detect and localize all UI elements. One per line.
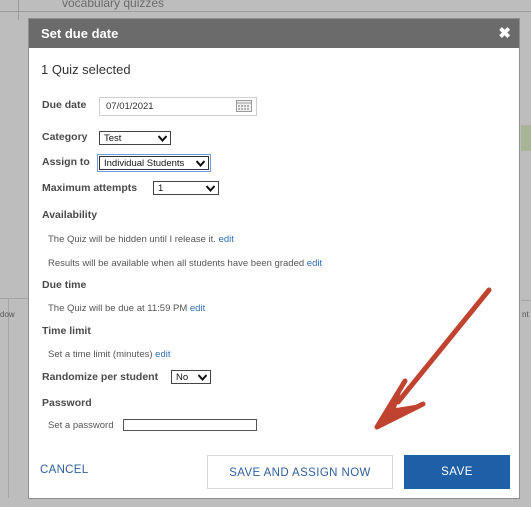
due-time-edit-link[interactable]: edit bbox=[190, 303, 205, 314]
availability-label: Availability bbox=[42, 209, 98, 221]
set-due-date-dialog: Set due date ✖ 1 Quiz selected Due date … bbox=[29, 19, 519, 498]
dialog-title: Set due date bbox=[41, 26, 119, 41]
save-and-assign-button[interactable]: SAVE AND ASSIGN NOW bbox=[207, 455, 393, 489]
assign-to-value: Individual Students bbox=[104, 158, 185, 169]
time-limit-label: Time limit bbox=[42, 325, 91, 337]
availability-hidden-text: The Quiz will be hidden until I release … bbox=[48, 234, 234, 245]
due-time-label: Due time bbox=[42, 279, 87, 291]
due-date-value: 07/01/2021 bbox=[106, 101, 154, 112]
password-input[interactable] bbox=[123, 419, 257, 431]
background-divider bbox=[18, 0, 19, 20]
availability-hidden-edit-link[interactable]: edit bbox=[219, 234, 234, 245]
chevron-down-icon bbox=[196, 160, 205, 167]
background-edge-text: nt bbox=[522, 310, 529, 319]
category-label: Category bbox=[42, 131, 88, 143]
due-time-value: 11:59 PM bbox=[147, 303, 188, 314]
time-limit-text: Set a time limit (minutes) edit bbox=[48, 349, 171, 360]
randomize-value: No bbox=[176, 372, 189, 383]
background-divider bbox=[0, 11, 531, 12]
availability-results-text: Results will be available when all stude… bbox=[48, 258, 322, 269]
assign-to-label: Assign to bbox=[42, 156, 90, 168]
due-date-label: Due date bbox=[42, 99, 87, 111]
category-select[interactable]: Test bbox=[99, 131, 171, 145]
background-text: vocabulary quizzes bbox=[62, 0, 165, 10]
chevron-down-icon bbox=[206, 185, 215, 192]
due-time-desc: The Quiz will be due at bbox=[48, 303, 145, 314]
time-limit-desc: Set a time limit (minutes) bbox=[48, 349, 153, 360]
close-icon[interactable]: ✖ bbox=[498, 24, 511, 42]
calendar-icon[interactable] bbox=[236, 100, 252, 112]
max-attempts-select[interactable]: 1 bbox=[153, 181, 219, 195]
password-label: Password bbox=[42, 397, 92, 409]
chevron-down-icon bbox=[198, 374, 207, 381]
randomize-select[interactable]: No bbox=[171, 370, 211, 384]
availability-hidden-desc: The Quiz will be hidden until I release … bbox=[48, 234, 216, 245]
dialog-header: Set due date ✖ bbox=[29, 19, 519, 48]
randomize-label: Randomize per student bbox=[42, 371, 159, 383]
due-date-input[interactable]: 07/01/2021 bbox=[99, 97, 257, 116]
cancel-button[interactable]: CANCEL bbox=[40, 464, 88, 476]
time-limit-edit-link[interactable]: edit bbox=[155, 349, 170, 360]
max-attempts-value: 1 bbox=[158, 183, 164, 194]
save-button[interactable]: SAVE bbox=[404, 455, 510, 489]
password-text: Set a password bbox=[48, 420, 114, 431]
category-value: Test bbox=[104, 133, 122, 144]
assign-to-select[interactable]: Individual Students bbox=[97, 154, 211, 172]
background-divider bbox=[0, 298, 28, 299]
max-attempts-label: Maximum attempts bbox=[42, 182, 138, 194]
background-divider bbox=[521, 300, 531, 301]
due-time-text: The Quiz will be due at 11:59 PM edit bbox=[48, 303, 205, 314]
selection-summary: 1 Quiz selected bbox=[41, 62, 131, 77]
background-divider bbox=[8, 298, 9, 498]
chevron-down-icon bbox=[158, 135, 167, 142]
background-accent bbox=[521, 125, 531, 151]
availability-results-edit-link[interactable]: edit bbox=[307, 258, 322, 269]
background-edge-text: dow bbox=[0, 310, 15, 319]
availability-results-desc: Results will be available when all stude… bbox=[48, 258, 305, 269]
